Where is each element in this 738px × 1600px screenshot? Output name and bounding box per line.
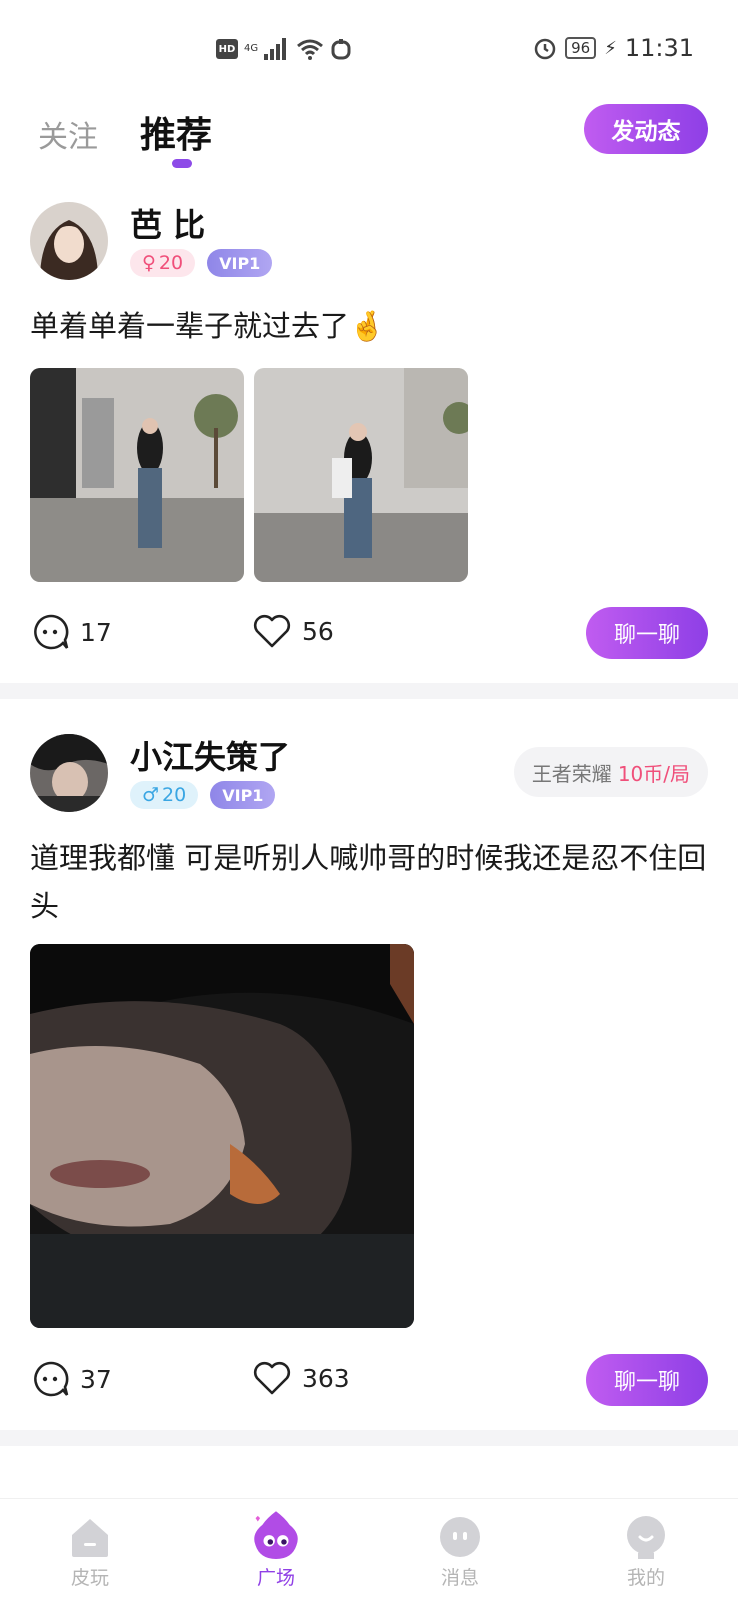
post-photo[interactable] [30,944,414,1328]
nav-label: 皮玩 [70,1567,109,1589]
user-tags: ♀ 20 VIP1 [130,249,273,277]
post-separator [0,1430,738,1446]
nav-item-home[interactable]: 皮玩 [30,1499,150,1600]
tab-follow[interactable]: 关注 [38,112,98,156]
username[interactable]: 小江失策了 [130,732,290,778]
comment-action[interactable]: 37 [32,1360,112,1398]
comment-count: 37 [80,1364,112,1394]
status-right-icons: 96 ⚡ 11:31 [533,34,694,62]
avatar[interactable] [30,734,108,812]
active-tab-indicator [172,159,192,168]
status-left-icons: HD 4G [216,38,352,60]
bottom-navigation: 皮玩 广场 消息 我的 [0,1498,738,1600]
chat-button[interactable]: 聊一聊 [586,607,708,659]
comment-count: 17 [80,617,112,647]
avatar[interactable] [30,202,108,280]
hd-icon: HD [216,39,238,59]
nav-item-profile[interactable]: 我的 [586,1499,706,1600]
post-separator [0,683,738,699]
username[interactable]: 芭 比 [130,200,205,246]
message-icon [440,1517,480,1557]
like-action[interactable]: 56 [252,613,334,649]
feed-tabs: 关注 推荐 发动态 [0,104,738,194]
alarm-icon [534,38,556,60]
nav-item-plaza[interactable]: 广场 [216,1499,336,1600]
male-icon: ♂ [142,784,160,806]
gender-age-badge: ♀ 20 [130,249,196,277]
nav-item-messages[interactable]: 消息 [400,1499,520,1600]
gender-age-badge: ♂ 20 [130,781,199,809]
post-content: 道理我都懂 可是听别人喊帅哥的时候我还是忍不住回头 [30,841,707,923]
game-name: 王者荣耀 [531,761,612,786]
post-photo[interactable] [30,368,244,582]
publish-post-button[interactable]: 发动态 [584,104,708,154]
game-service-badge[interactable]: 王者荣耀 10币/局 [513,747,708,797]
post-actions: 17 56 聊一聊 [30,607,708,659]
like-action[interactable]: 363 [252,1360,350,1396]
signal-icon [264,38,287,60]
vip-badge: VIP1 [210,781,276,809]
age-label: 20 [158,252,184,274]
post-content: 单着单着一辈子就过去了🤞 [30,309,386,343]
comment-icon [34,1361,69,1397]
heart-icon [253,1361,291,1395]
status-bar: HD 4G 96 ⚡ 11:31 [0,0,738,104]
nav-label: 我的 [626,1567,665,1589]
nav-label: 广场 [256,1567,295,1589]
comment-icon [34,614,69,650]
network-type: 4G [244,43,259,54]
plaza-icon [254,1511,298,1559]
game-price: 10币/局 [617,761,690,786]
notification-app-icon [331,39,351,60]
nav-label: 消息 [440,1567,479,1589]
post-photo[interactable] [254,368,468,582]
profile-icon [627,1516,665,1559]
tab-recommend[interactable]: 推荐 [140,106,212,158]
wifi-icon [297,39,324,60]
comment-action[interactable]: 17 [32,613,112,651]
clock: 11:31 [624,34,694,62]
user-tags: ♂ 20 VIP1 [130,781,276,809]
vip-badge: VIP1 [207,249,273,277]
like-count: 56 [302,616,334,646]
age-label: 20 [162,784,187,806]
heart-icon [253,614,291,648]
battery-indicator: 96 [565,37,597,59]
charging-icon: ⚡ [604,37,617,59]
post-actions: 37 363 聊一聊 [30,1354,708,1406]
home-icon [72,1519,108,1557]
female-icon: ♀ [142,252,156,274]
chat-button[interactable]: 聊一聊 [586,1354,708,1406]
like-count: 363 [302,1363,350,1393]
